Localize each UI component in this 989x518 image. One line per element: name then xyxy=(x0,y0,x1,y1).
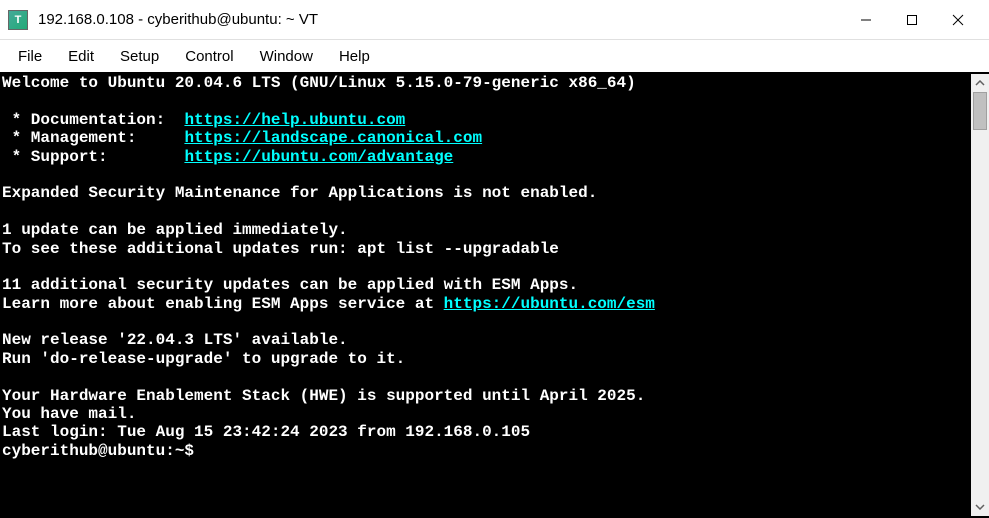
menu-window[interactable]: Window xyxy=(248,44,325,69)
minimize-icon xyxy=(860,14,872,26)
motd-welcome: Welcome to Ubuntu 20.04.6 LTS (GNU/Linux… xyxy=(2,74,636,92)
maximize-button[interactable] xyxy=(889,4,935,36)
motd-update2: To see these additional updates run: apt… xyxy=(2,240,559,258)
window-controls xyxy=(843,4,981,36)
app-icon: T xyxy=(8,10,28,30)
motd-lastlogin: Last login: Tue Aug 15 23:42:24 2023 fro… xyxy=(2,423,530,441)
terminal-area[interactable]: Welcome to Ubuntu 20.04.6 LTS (GNU/Linux… xyxy=(0,72,989,518)
titlebar: T 192.168.0.108 - cyberithub@ubuntu: ~ V… xyxy=(0,0,989,40)
shell-prompt: cyberithub@ubuntu:~$ xyxy=(2,442,194,460)
motd-esm: Expanded Security Maintenance for Applic… xyxy=(2,184,597,202)
minimize-button[interactable] xyxy=(843,4,889,36)
chevron-down-icon xyxy=(975,504,985,510)
link-support[interactable]: https://ubuntu.com/advantage xyxy=(184,148,453,166)
close-button[interactable] xyxy=(935,4,981,36)
menu-help[interactable]: Help xyxy=(327,44,382,69)
scrollbar[interactable] xyxy=(971,74,989,516)
menu-setup[interactable]: Setup xyxy=(108,44,171,69)
menu-edit[interactable]: Edit xyxy=(56,44,106,69)
link-esm[interactable]: https://ubuntu.com/esm xyxy=(444,295,655,313)
scroll-thumb[interactable] xyxy=(973,92,987,130)
motd-esm3a: Learn more about enabling ESM Apps servi… xyxy=(2,295,444,313)
menubar: File Edit Setup Control Window Help xyxy=(0,40,989,72)
motd-update1: 1 update can be applied immediately. xyxy=(2,221,348,239)
motd-release2: Run 'do-release-upgrade' to upgrade to i… xyxy=(2,350,405,368)
motd-hwe: Your Hardware Enablement Stack (HWE) is … xyxy=(2,387,645,405)
link-documentation[interactable]: https://help.ubuntu.com xyxy=(184,111,405,129)
scroll-up-button[interactable] xyxy=(971,74,989,92)
link-management[interactable]: https://landscape.canonical.com xyxy=(184,129,482,147)
scroll-track[interactable] xyxy=(971,92,989,498)
scroll-down-button[interactable] xyxy=(971,498,989,516)
motd-mgmt-label: * Management: xyxy=(2,129,184,147)
window-title: 192.168.0.108 - cyberithub@ubuntu: ~ VT xyxy=(38,11,843,28)
motd-mail: You have mail. xyxy=(2,405,136,423)
motd-support-label: * Support: xyxy=(2,148,184,166)
motd-doc-label: * Documentation: xyxy=(2,111,184,129)
menu-file[interactable]: File xyxy=(6,44,54,69)
terminal-content: Welcome to Ubuntu 20.04.6 LTS (GNU/Linux… xyxy=(2,74,971,516)
maximize-icon xyxy=(906,14,918,26)
close-icon xyxy=(952,14,964,26)
motd-esm2: 11 additional security updates can be ap… xyxy=(2,276,578,294)
chevron-up-icon xyxy=(975,80,985,86)
menu-control[interactable]: Control xyxy=(173,44,245,69)
motd-release1: New release '22.04.3 LTS' available. xyxy=(2,331,348,349)
